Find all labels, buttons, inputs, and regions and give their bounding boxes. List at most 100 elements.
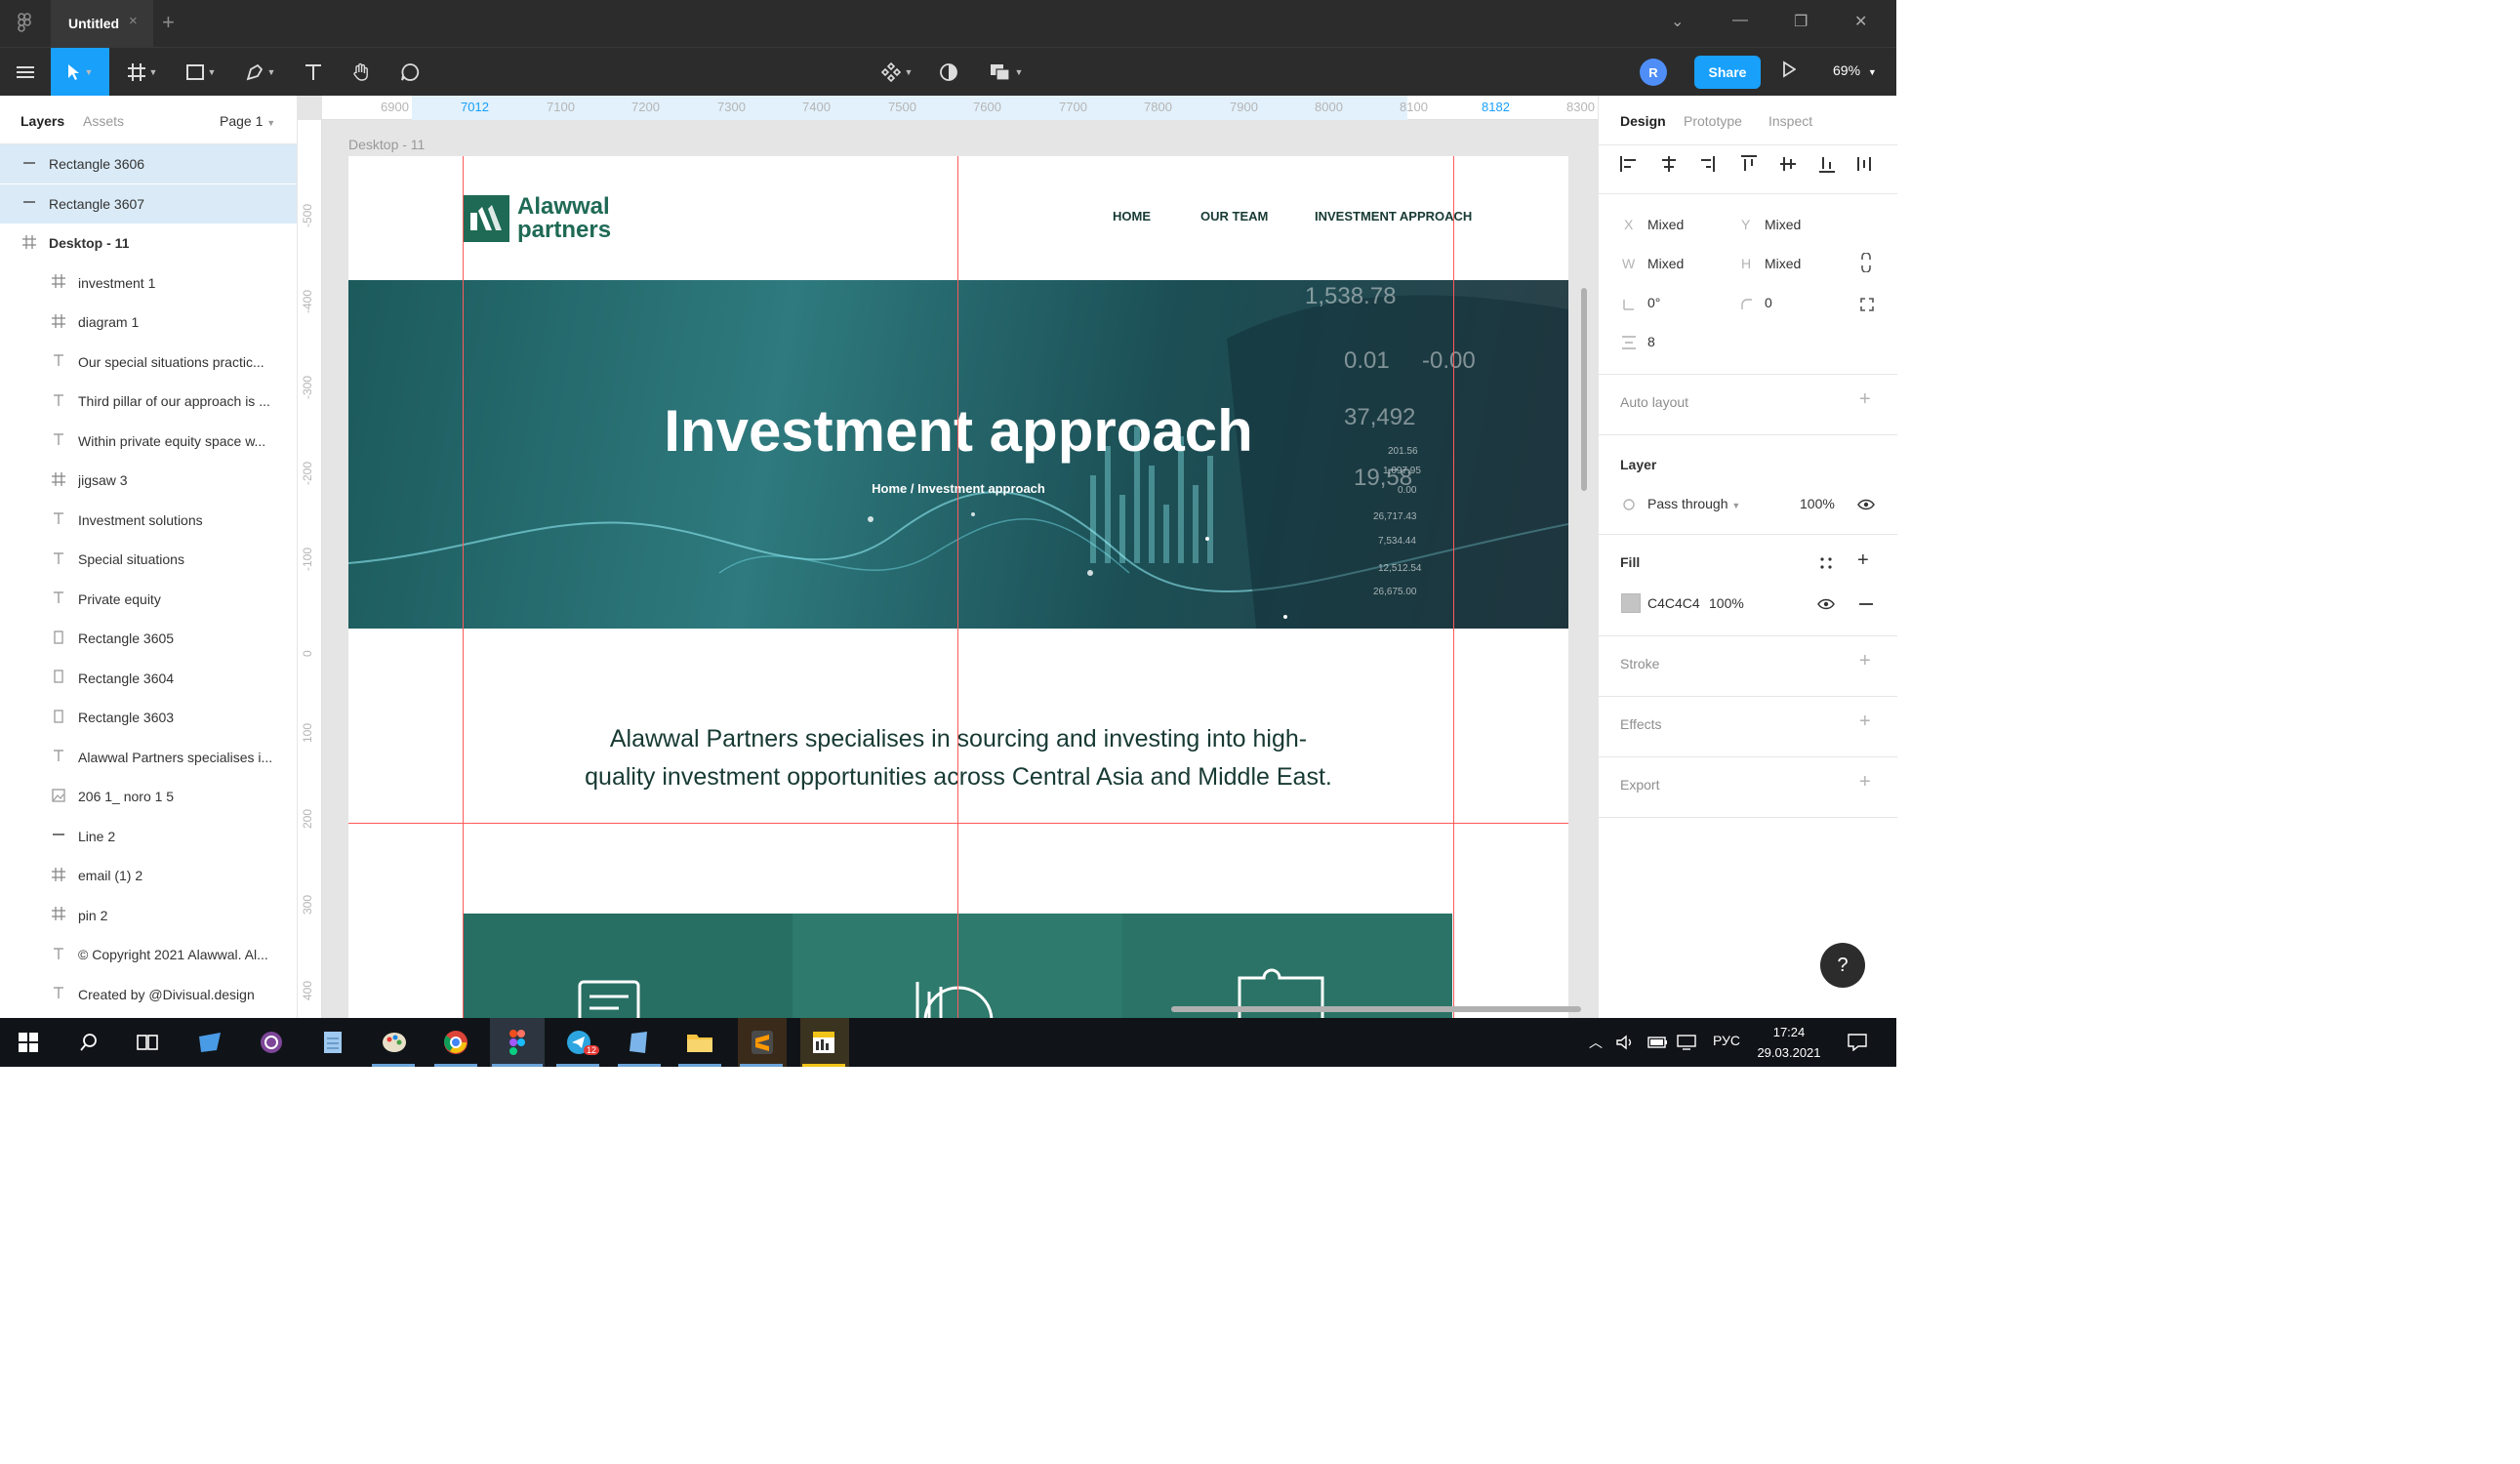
eye-icon[interactable] <box>1817 598 1835 610</box>
share-button[interactable]: Share <box>1694 56 1761 89</box>
layer-row[interactable]: © Copyright 2021 Alawwal. Al... <box>0 935 297 974</box>
layer-row[interactable]: Rectangle 3603 <box>0 698 297 737</box>
tab-inspect[interactable]: Inspect <box>1768 113 1812 129</box>
avatar[interactable]: R <box>1640 59 1667 86</box>
app-icon-3[interactable] <box>807 1026 840 1059</box>
w-field[interactable]: Mixed <box>1647 256 1684 271</box>
layer-row[interactable]: Our special situations practic... <box>0 343 297 382</box>
layer-opacity-field[interactable]: 100% <box>1800 496 1835 511</box>
layer-row[interactable]: Rectangle 3607 <box>0 183 297 224</box>
tor-browser-icon[interactable] <box>255 1026 288 1059</box>
layer-row[interactable]: investment 1 <box>0 264 297 303</box>
tab-untitled[interactable]: Untitled × <box>51 0 153 47</box>
close-tab-icon[interactable]: × <box>129 13 138 29</box>
notifications-icon[interactable] <box>1848 1034 1867 1051</box>
close-window-button[interactable]: ✕ <box>1854 12 1867 31</box>
app-icon-2[interactable] <box>623 1026 656 1059</box>
pen-tool-button[interactable]: ▼ <box>239 48 282 97</box>
layer-row[interactable]: 206 1_ noro 1 5 <box>0 777 297 816</box>
layer-row[interactable]: Rectangle 3604 <box>0 659 297 698</box>
y-field[interactable]: Mixed <box>1765 217 1801 232</box>
horizontal-scrollbar[interactable] <box>1171 1006 1581 1012</box>
main-menu-icon[interactable] <box>8 48 43 97</box>
show-hidden-icons-icon[interactable]: ︿ <box>1589 1033 1603 1052</box>
remove-fill-icon[interactable] <box>1859 602 1873 606</box>
canvas[interactable]: 6900 7012 7100 7200 7300 7400 7500 7600 7700 7800… <box>298 96 1598 1018</box>
radius-field[interactable]: 0 <box>1765 295 1772 310</box>
hand-tool-button[interactable] <box>345 48 377 97</box>
add-auto-layout-icon[interactable]: + <box>1859 388 1871 411</box>
alignment-icons[interactable] <box>1620 154 1884 174</box>
add-effect-icon[interactable]: + <box>1859 711 1871 733</box>
layer-row[interactable]: Created by @Divisual.design <box>0 975 297 1014</box>
nav-home[interactable]: HOME <box>1113 209 1151 224</box>
h-field[interactable]: Mixed <box>1765 256 1801 271</box>
layer-row[interactable]: Desktop - 11 <box>0 224 297 263</box>
minimize-button[interactable]: — <box>1732 12 1748 29</box>
notepad-icon[interactable] <box>316 1026 349 1059</box>
layer-row[interactable]: Investment solutions <box>0 501 297 540</box>
input-language[interactable]: РУС <box>1713 1033 1740 1048</box>
add-fill-icon[interactable]: + <box>1857 549 1869 572</box>
shape-tool-button[interactable]: ▼ <box>180 48 223 97</box>
windows-start-icon[interactable] <box>12 1026 45 1059</box>
zoom-dropdown[interactable]: 69% ▼ <box>1833 62 1877 78</box>
sublime-text-icon[interactable] <box>746 1026 779 1059</box>
clock[interactable]: 17:24 29.03.2021 <box>1754 1022 1824 1063</box>
layer-row[interactable]: Line 2 <box>0 817 297 856</box>
layer-row[interactable]: Within private equity space w... <box>0 422 297 461</box>
layer-row[interactable]: pin 2 <box>0 896 297 935</box>
layer-row[interactable]: Rectangle 3606 <box>0 144 297 183</box>
layer-row[interactable]: diagram 1 <box>0 303 297 342</box>
desktop-frame[interactable]: Alawwal partners HOME OUR TEAM INVESTMEN… <box>348 156 1568 1018</box>
fill-opacity-field[interactable]: 100% <box>1709 595 1744 611</box>
add-export-icon[interactable]: + <box>1859 771 1871 793</box>
network-icon[interactable] <box>1677 1034 1698 1051</box>
spacing-field[interactable]: 8 <box>1647 334 1655 349</box>
battery-icon[interactable] <box>1647 1036 1669 1049</box>
paint-icon[interactable] <box>378 1026 411 1059</box>
help-button[interactable]: ? <box>1820 943 1865 988</box>
tab-prototype[interactable]: Prototype <box>1684 113 1742 129</box>
chevron-down-icon[interactable]: ⌄ <box>1671 12 1684 31</box>
text-tool-button[interactable] <box>299 48 328 97</box>
frame-tool-button[interactable]: ▼ <box>121 48 164 97</box>
fill-color-swatch[interactable] <box>1621 593 1641 613</box>
restore-button[interactable]: ❐ <box>1794 12 1808 31</box>
app-icon-1[interactable] <box>193 1026 226 1059</box>
volume-icon[interactable] <box>1615 1035 1635 1050</box>
layer-row[interactable]: Rectangle 3605 <box>0 619 297 658</box>
mask-icon[interactable] <box>934 48 963 97</box>
rotation-field[interactable]: 0° <box>1647 295 1660 310</box>
figma-menu-icon[interactable] <box>14 12 35 35</box>
tab-assets[interactable]: Assets <box>83 113 124 129</box>
components-icon[interactable]: ▼ <box>875 48 918 97</box>
layer-row[interactable]: Private equity <box>0 580 297 619</box>
present-play-icon[interactable] <box>1782 61 1797 83</box>
x-field[interactable]: Mixed <box>1647 217 1684 232</box>
telegram-icon[interactable]: 12 <box>562 1026 600 1059</box>
new-tab-button[interactable]: + <box>162 10 175 35</box>
frame-label[interactable]: Desktop - 11 <box>348 137 425 152</box>
blend-mode-dropdown[interactable]: Pass through ▼ <box>1647 496 1740 511</box>
fill-hex-field[interactable]: C4C4C4 <box>1647 595 1700 611</box>
chrome-icon[interactable] <box>439 1026 472 1059</box>
nav-investment-approach[interactable]: INVESTMENT APPROACH <box>1315 209 1472 224</box>
task-view-icon[interactable] <box>131 1026 164 1059</box>
search-icon[interactable] <box>72 1026 105 1059</box>
layer-row[interactable]: email (1) 2 <box>0 856 297 895</box>
figma-icon[interactable] <box>501 1026 534 1059</box>
style-grid-icon[interactable] <box>1819 556 1833 570</box>
page-selector[interactable]: Page 1 ▼ <box>220 113 275 129</box>
tab-design[interactable]: Design <box>1620 113 1666 129</box>
file-explorer-icon[interactable] <box>683 1026 716 1059</box>
layer-row[interactable]: Alawwal Partners specialises i... <box>0 738 297 777</box>
nav-our-team[interactable]: OUR TEAM <box>1200 209 1268 224</box>
layer-row[interactable]: jigsaw 3 <box>0 461 297 500</box>
constrain-proportions-icon[interactable] <box>1859 253 1873 272</box>
comment-tool-button[interactable] <box>394 48 426 97</box>
move-tool-button[interactable]: ▼ <box>51 48 109 97</box>
tab-layers[interactable]: Layers <box>20 113 64 129</box>
layer-row[interactable]: Special situations <box>0 540 297 579</box>
vertical-scrollbar[interactable] <box>1581 288 1587 491</box>
